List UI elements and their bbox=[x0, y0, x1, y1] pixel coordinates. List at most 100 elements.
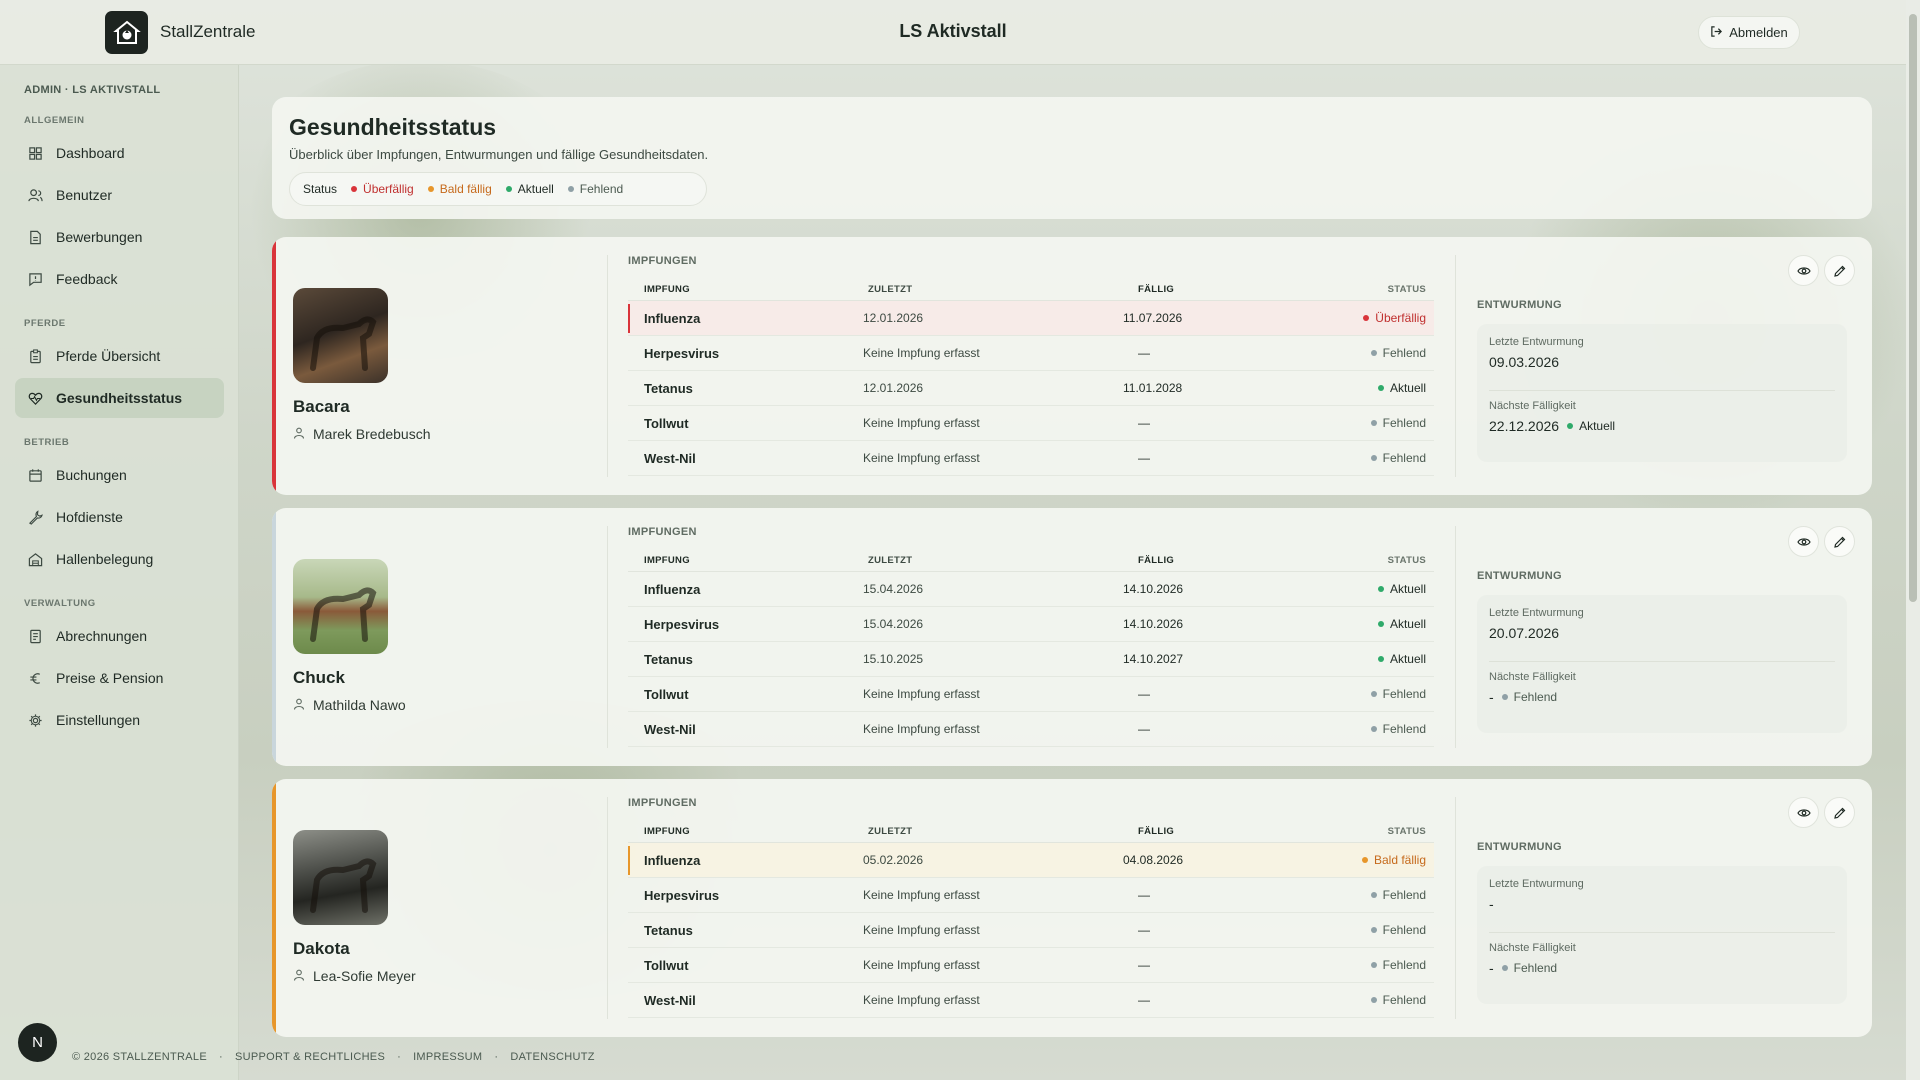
vaccinations-table: IMPFUNG ZULETZT FÄLLIG STATUS Influenza … bbox=[628, 279, 1434, 476]
edit-button[interactable] bbox=[1824, 797, 1855, 828]
vaccination-status: Bald fällig bbox=[1318, 853, 1434, 867]
status-label: Fehlend bbox=[1382, 346, 1426, 360]
sidebar-item-bewerbungen[interactable]: Bewerbungen bbox=[15, 217, 224, 257]
page-scrollbar[interactable] bbox=[1906, 0, 1920, 1080]
worming-next-label: Nächste Fälligkeit bbox=[1489, 671, 1576, 683]
status-label: Aktuell bbox=[1389, 381, 1426, 395]
section-verwaltung: VERWALTUNG bbox=[24, 598, 96, 609]
missing-dot bbox=[567, 186, 574, 192]
footer-separator: · bbox=[397, 1051, 402, 1063]
status-accent-bar bbox=[272, 508, 276, 766]
sidebar-item-pferde-uebersicht[interactable]: Pferde Übersicht bbox=[15, 336, 224, 376]
sidebar-item-preise[interactable]: Preise & Pension bbox=[15, 658, 224, 698]
sidebar-item-dashboard[interactable]: Dashboard bbox=[15, 133, 224, 173]
status-label: Fehlend bbox=[1382, 687, 1426, 701]
horse-name[interactable]: Dakota bbox=[293, 939, 350, 959]
sidebar-item-label: Dashboard bbox=[56, 145, 125, 161]
view-button[interactable] bbox=[1788, 797, 1819, 828]
sidebar-item-label: Benutzer bbox=[56, 187, 113, 203]
vaccination-status: Aktuell bbox=[1318, 652, 1434, 666]
vaccination-row: Tollwut Keine Impfung erfasst — Fehlend bbox=[628, 948, 1434, 983]
status-dot bbox=[1377, 656, 1384, 662]
sidebar-item-feedback[interactable]: Feedback bbox=[15, 259, 224, 299]
view-button[interactable] bbox=[1788, 255, 1819, 286]
wrench-icon bbox=[28, 509, 43, 525]
footer-support-link[interactable]: SUPPORT & RECHTLICHES bbox=[235, 1051, 385, 1063]
col-impfung: IMPFUNG bbox=[644, 284, 690, 295]
page-title: Gesundheitsstatus bbox=[289, 114, 497, 140]
sidebar-item-gesundheitsstatus[interactable]: Gesundheitsstatus bbox=[15, 378, 224, 418]
sidebar-item-label: Preise & Pension bbox=[56, 670, 164, 686]
horse-photo[interactable] bbox=[293, 559, 388, 654]
worming-heading: ENTWURMUNG bbox=[1477, 570, 1562, 582]
vaccination-row: Tetanus 12.01.2026 11.01.2028 Aktuell bbox=[628, 371, 1434, 406]
logout-button[interactable]: Abmelden bbox=[1698, 16, 1800, 49]
vaccination-name: Tetanus bbox=[644, 922, 693, 938]
footer-datenschutz-link[interactable]: DATENSCHUTZ bbox=[510, 1051, 594, 1063]
status-dot bbox=[1377, 621, 1384, 627]
vaccination-row: Tetanus 15.10.2025 14.10.2027 Aktuell bbox=[628, 642, 1434, 677]
vaccination-name: West-Nil bbox=[644, 450, 696, 466]
horse-name[interactable]: Chuck bbox=[293, 668, 345, 688]
soon-dot bbox=[427, 186, 434, 192]
vaccination-name: Influenza bbox=[644, 581, 701, 597]
sidebar-item-label: Hallenbelegung bbox=[56, 551, 154, 567]
sidebar-item-benutzer[interactable]: Benutzer bbox=[15, 175, 224, 215]
view-button[interactable] bbox=[1788, 526, 1819, 557]
horse-photo[interactable] bbox=[293, 830, 388, 925]
divider bbox=[607, 255, 608, 477]
users-icon bbox=[28, 188, 43, 201]
worming-next-status: Fehlend bbox=[1501, 961, 1557, 975]
vaccination-row: Influenza 15.04.2026 14.10.2026 Aktuell bbox=[628, 572, 1434, 607]
vaccination-last: 12.01.2026 bbox=[863, 311, 924, 325]
euro-icon bbox=[30, 672, 40, 684]
vaccination-last: Keine Impfung erfasst bbox=[863, 346, 980, 360]
vaccination-due: — bbox=[1138, 722, 1150, 736]
vaccination-due: 14.10.2026 bbox=[1123, 617, 1184, 631]
sidebar-item-abrechnungen[interactable]: Abrechnungen bbox=[15, 616, 224, 656]
edit-button[interactable] bbox=[1824, 255, 1855, 286]
status-label: Aktuell bbox=[1389, 617, 1426, 631]
worming-next-status: Fehlend bbox=[1501, 690, 1557, 704]
worming-next-value: - bbox=[1489, 689, 1494, 705]
vaccination-last: Keine Impfung erfasst bbox=[863, 993, 980, 1007]
worming-next: - Fehlend bbox=[1489, 689, 1557, 705]
status-dot bbox=[1370, 691, 1377, 697]
worming-last-label: Letzte Entwurmung bbox=[1489, 878, 1584, 890]
edit-button[interactable] bbox=[1824, 526, 1855, 557]
horse-photo[interactable] bbox=[293, 288, 388, 383]
vaccination-last: 12.01.2026 bbox=[863, 381, 924, 395]
sidebar-item-hallenbelegung[interactable]: Hallenbelegung bbox=[15, 539, 224, 579]
footer-copyright: © 2026 STALLZENTRALE bbox=[72, 1051, 207, 1063]
col-impfung: IMPFUNG bbox=[644, 555, 690, 566]
sidebar-item-einstellungen[interactable]: Einstellungen bbox=[15, 700, 224, 740]
sidebar-item-label: Hofdienste bbox=[56, 509, 123, 525]
top-header: StallZentrale LS Aktivstall Abmelden bbox=[0, 0, 1906, 65]
vaccination-due: 11.01.2028 bbox=[1123, 381, 1183, 395]
scrollbar-thumb[interactable] bbox=[1909, 14, 1917, 602]
footer-impressum-link[interactable]: IMPRESSUM bbox=[413, 1051, 482, 1063]
vaccination-due: 04.08.2026 bbox=[1123, 853, 1184, 867]
footer-separator: · bbox=[494, 1051, 499, 1063]
sidebar-item-label: Pferde Übersicht bbox=[56, 348, 161, 364]
vaccination-last: 15.04.2026 bbox=[863, 582, 924, 596]
user-avatar[interactable]: N bbox=[18, 1023, 57, 1062]
status-dot bbox=[1377, 586, 1384, 592]
vaccination-name: Tollwut bbox=[644, 957, 689, 973]
section-allgemein: ALLGEMEIN bbox=[24, 115, 85, 126]
col-status: STATUS bbox=[1387, 555, 1426, 566]
table-header: IMPFUNG ZULETZT FÄLLIG STATUS bbox=[628, 821, 1434, 843]
owner-name: Lea-Sofie Meyer bbox=[313, 968, 416, 984]
section-pferde: PFERDE bbox=[24, 318, 66, 329]
status-dot bbox=[1567, 423, 1574, 429]
vaccination-due: — bbox=[1138, 923, 1150, 937]
horse-name[interactable]: Bacara bbox=[293, 397, 350, 417]
sidebar-item-hofdienste[interactable]: Hofdienste bbox=[15, 497, 224, 537]
vaccination-row: Herpesvirus 15.04.2026 14.10.2026 Aktuel… bbox=[628, 607, 1434, 642]
pencil-icon bbox=[1833, 536, 1845, 548]
vaccination-status: Fehlend bbox=[1318, 451, 1434, 465]
status-label: Fehlend bbox=[1382, 958, 1426, 972]
owner-name: Marek Bredebusch bbox=[313, 426, 431, 442]
vaccinations-heading: IMPFUNGEN bbox=[628, 526, 697, 538]
sidebar-item-buchungen[interactable]: Buchungen bbox=[15, 455, 224, 495]
